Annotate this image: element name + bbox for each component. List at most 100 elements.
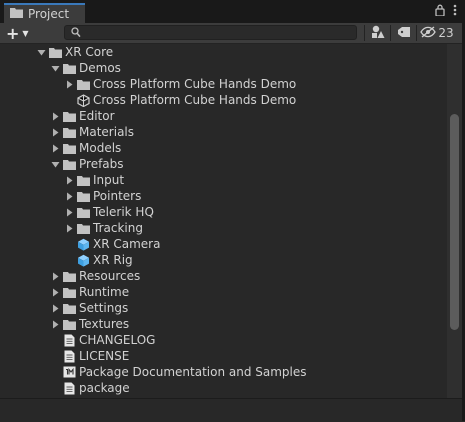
search-input[interactable] — [85, 26, 353, 39]
folder-icon — [62, 124, 76, 140]
tree-item-label: Telerik HQ — [93, 205, 154, 219]
expand-arrow-right-icon[interactable] — [50, 140, 60, 156]
folder-icon — [62, 156, 76, 172]
tree-item-label: Demos — [79, 61, 121, 75]
tree-row[interactable]: Pointers — [0, 188, 447, 204]
scrollbar-thumb[interactable] — [450, 114, 459, 330]
folder-icon — [62, 60, 76, 76]
eye-slash-icon — [420, 25, 437, 41]
tree-row[interactable]: Models — [0, 140, 447, 156]
chevron-down-icon: ▼ — [22, 28, 29, 38]
status-bar — [0, 398, 465, 422]
folder-icon — [10, 7, 23, 21]
tree-row[interactable]: Telerik HQ — [0, 204, 447, 220]
folder-icon — [62, 108, 76, 124]
tree-row[interactable]: package — [0, 380, 447, 396]
toolbar-separator — [364, 25, 365, 41]
tag-icon — [397, 26, 411, 41]
create-button[interactable]: + ▼ — [6, 24, 38, 43]
hidden-packages-toggle[interactable]: 23 — [418, 24, 456, 42]
prefab-cube-icon — [76, 252, 90, 268]
tree-row[interactable]: Runtime — [0, 284, 447, 300]
arrow-placeholder — [50, 348, 60, 364]
tree-row[interactable]: Package Documentation and Samples — [0, 364, 447, 380]
tree-row[interactable]: Materials — [0, 124, 447, 140]
kebab-menu-icon[interactable] — [453, 4, 457, 19]
arrow-placeholder — [64, 252, 74, 268]
tree-row[interactable]: CHANGELOG — [0, 332, 447, 348]
hidden-count: 23 — [438, 26, 454, 40]
tree-item-label: package — [79, 381, 130, 395]
search-by-type-button[interactable] — [366, 24, 390, 42]
expand-arrow-right-icon[interactable] — [64, 76, 74, 92]
tree-item-label: Resources — [79, 269, 141, 283]
expand-arrow-down-icon[interactable] — [50, 156, 60, 172]
expand-arrow-right-icon[interactable] — [64, 188, 74, 204]
expand-arrow-right-icon[interactable] — [50, 268, 60, 284]
tree-item-label: XR Core — [65, 45, 114, 59]
tree-item-label: XR Camera — [93, 237, 161, 251]
expand-arrow-right-icon[interactable] — [64, 172, 74, 188]
tree-row[interactable]: XR Rig — [0, 252, 447, 268]
expand-arrow-right-icon[interactable] — [50, 284, 60, 300]
text-file-icon — [62, 332, 76, 348]
folder-icon — [62, 316, 76, 332]
tree-row[interactable]: Prefabs — [0, 156, 447, 172]
arrow-placeholder — [50, 364, 60, 380]
expand-arrow-down-icon[interactable] — [50, 60, 60, 76]
tree-row[interactable]: Input — [0, 172, 447, 188]
tree-item-label: Input — [93, 173, 125, 187]
expand-arrow-down-icon[interactable] — [36, 44, 46, 60]
tab-actions — [435, 4, 457, 19]
tab-project[interactable]: Project — [4, 3, 85, 23]
tree-row[interactable]: Tracking — [0, 220, 447, 236]
search-box[interactable] — [64, 25, 357, 40]
tree-item-label: LICENSE — [79, 349, 130, 363]
project-tree: XR Core Demos Cross Platform Cube Hands De… — [0, 44, 447, 398]
tree-item-label: Tracking — [93, 221, 143, 235]
expand-arrow-right-icon[interactable] — [50, 124, 60, 140]
folder-icon — [62, 300, 76, 316]
folder-icon — [62, 268, 76, 284]
tree-item-label: Cross Platform Cube Hands Demo — [93, 77, 297, 91]
folder-icon — [62, 284, 76, 300]
tree-row[interactable]: Demos — [0, 60, 447, 76]
tree-item-label: XR Rig — [93, 253, 133, 267]
tree-item-label: Models — [79, 141, 122, 155]
tree-row[interactable]: Cross Platform Cube Hands Demo — [0, 92, 447, 108]
folder-icon — [48, 44, 62, 60]
tree-row[interactable]: LICENSE — [0, 348, 447, 364]
expand-arrow-right-icon[interactable] — [50, 300, 60, 316]
prefab-cube-icon — [76, 236, 90, 252]
vertical-scrollbar[interactable] — [447, 44, 462, 398]
markdown-file-icon — [62, 364, 76, 380]
tree-item-label: Textures — [79, 317, 130, 331]
tree-item-label: Editor — [79, 109, 115, 123]
text-file-icon — [62, 380, 76, 396]
tree-row[interactable]: XR Core — [0, 44, 447, 60]
expand-arrow-right-icon[interactable] — [64, 204, 74, 220]
folder-icon — [76, 188, 90, 204]
expand-arrow-right-icon[interactable] — [64, 220, 74, 236]
tab-bar: Project — [0, 0, 465, 23]
expand-arrow-right-icon[interactable] — [50, 316, 60, 332]
tree-row[interactable]: Editor — [0, 108, 447, 124]
unity-scene-icon — [76, 92, 90, 108]
tree-row[interactable]: Resources — [0, 268, 447, 284]
tree-item-label: Cross Platform Cube Hands Demo — [93, 93, 297, 107]
tree-row[interactable]: Settings — [0, 300, 447, 316]
tree-item-label: Runtime — [79, 285, 130, 299]
lock-icon[interactable] — [435, 4, 445, 19]
search-by-label-button[interactable] — [392, 24, 416, 42]
arrow-placeholder — [64, 92, 74, 108]
tree-row[interactable]: XR Camera — [0, 236, 447, 252]
expand-arrow-right-icon[interactable] — [50, 108, 60, 124]
folder-icon — [76, 76, 90, 92]
tree-item-label: Settings — [79, 301, 129, 315]
folder-icon — [76, 172, 90, 188]
search-icon — [71, 27, 81, 41]
tree-row[interactable]: Textures — [0, 316, 447, 332]
toolbar-separator — [390, 25, 391, 41]
tree-row[interactable]: Cross Platform Cube Hands Demo — [0, 76, 447, 92]
tree-item-label: CHANGELOG — [79, 333, 156, 347]
